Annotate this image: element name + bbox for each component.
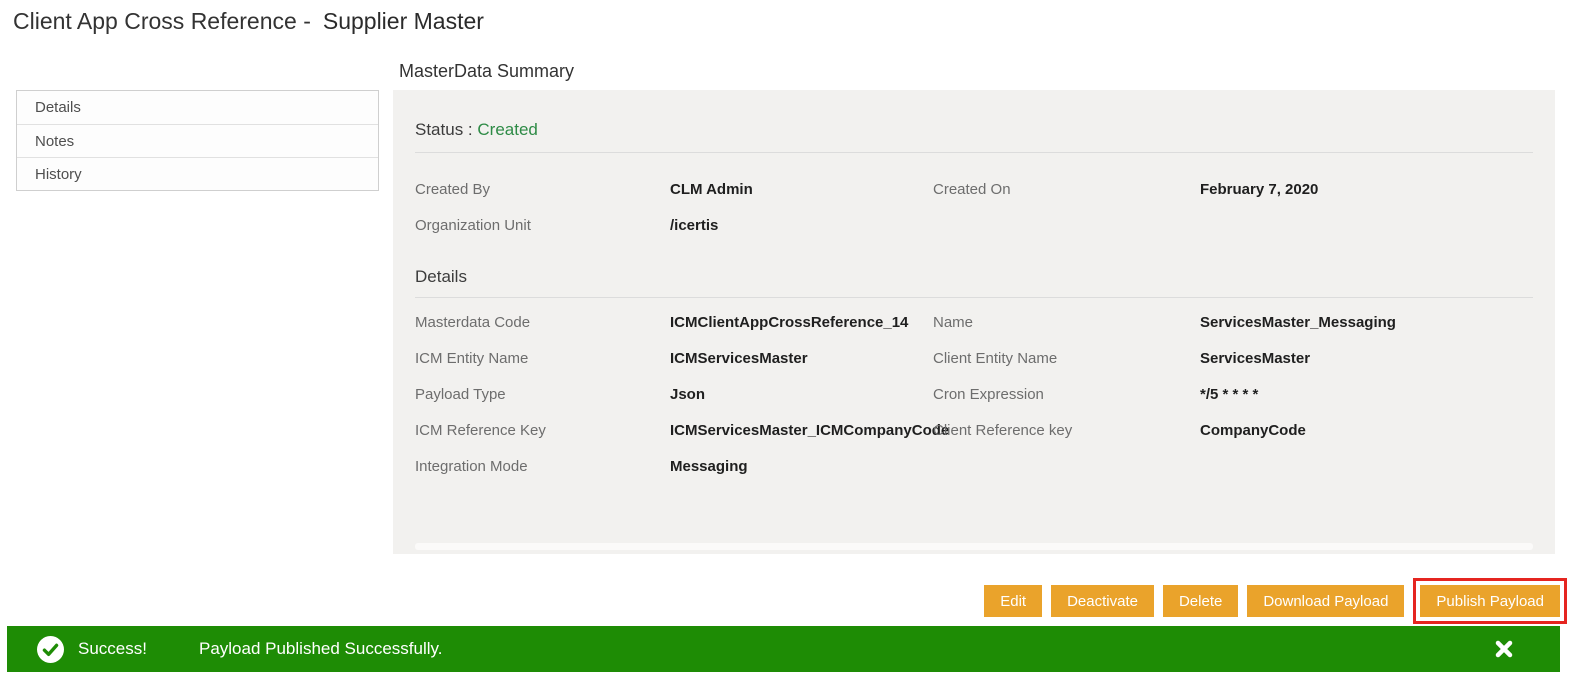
field-value: */5 * * * * (1200, 386, 1533, 403)
details-row: ICM Reference Key ICMServicesMaster_ICMC… (415, 412, 1533, 448)
toast-title: Success! (78, 639, 147, 659)
success-toast: Success! Payload Published Successfully. (7, 626, 1560, 672)
status-badge: Created (477, 120, 537, 139)
field-value: ICMServicesMaster (670, 350, 933, 367)
field-label: Integration Mode (415, 458, 670, 475)
edit-button[interactable]: Edit (984, 585, 1042, 617)
field-label: Payload Type (415, 386, 670, 403)
sidebar: Details Notes History (16, 90, 379, 191)
field-label: Cron Expression (933, 386, 1200, 403)
details-divider (415, 297, 1533, 298)
page-title-entity: Supplier Master (323, 8, 484, 34)
check-circle-icon (37, 636, 64, 663)
field-value: /icertis (670, 217, 933, 234)
field-value: ServicesMaster_Messaging (1200, 314, 1533, 331)
details-row: Payload Type Json Cron Expression */5 * … (415, 376, 1533, 412)
summary-row: Organization Unit /icertis (415, 207, 1533, 243)
summary-row: Created By CLM Admin Created On February… (415, 171, 1533, 207)
close-icon[interactable] (1494, 639, 1514, 659)
masterdata-summary-heading: MasterData Summary (399, 61, 574, 82)
sidebar-item-notes[interactable]: Notes (17, 124, 378, 157)
delete-button[interactable]: Delete (1163, 585, 1238, 617)
deactivate-button[interactable]: Deactivate (1051, 585, 1154, 617)
details-row: Masterdata Code ICMClientAppCrossReferen… (415, 304, 1533, 340)
field-label: Created By (415, 181, 670, 198)
field-label: Client Entity Name (933, 350, 1200, 367)
publish-payload-button[interactable]: Publish Payload (1420, 585, 1560, 617)
field-label: ICM Reference Key (415, 422, 670, 439)
sidebar-item-history[interactable]: History (17, 157, 378, 190)
field-label: Organization Unit (415, 217, 670, 234)
status-label: Status : (415, 120, 473, 139)
summary-rows: Created By CLM Admin Created On February… (415, 171, 1533, 243)
field-label: ICM Entity Name (415, 350, 670, 367)
download-payload-button[interactable]: Download Payload (1247, 585, 1404, 617)
masterdata-summary-panel: Status : Created Created By CLM Admin Cr… (393, 90, 1555, 554)
details-heading: Details (415, 267, 1533, 287)
field-value: CompanyCode (1200, 422, 1533, 439)
field-value: CLM Admin (670, 181, 933, 198)
toast-message: Payload Published Successfully. (199, 639, 443, 659)
field-value: ICMServicesMaster_ICMCompanyCode (670, 422, 933, 439)
details-row: Integration Mode Messaging (415, 448, 1533, 484)
status-divider (415, 152, 1533, 153)
field-value: February 7, 2020 (1200, 181, 1533, 198)
horizontal-scrollbar[interactable] (415, 543, 1533, 550)
status-line: Status : Created (415, 90, 1533, 140)
field-label: Masterdata Code (415, 314, 670, 331)
details-row: ICM Entity Name ICMServicesMaster Client… (415, 340, 1533, 376)
field-label: Created On (933, 181, 1200, 198)
field-value: Messaging (670, 458, 933, 475)
details-rows: Masterdata Code ICMClientAppCrossReferen… (415, 304, 1533, 484)
sidebar-item-details[interactable]: Details (17, 91, 378, 124)
action-button-bar: Edit Deactivate Delete Download Payload … (984, 578, 1567, 624)
page-title-prefix: Client App Cross Reference - (13, 8, 311, 34)
field-label: Client Reference key (933, 422, 1200, 439)
field-label: Name (933, 314, 1200, 331)
field-value: ServicesMaster (1200, 350, 1533, 367)
publish-payload-highlight-box: Publish Payload (1413, 578, 1567, 624)
page-title: Client App Cross Reference - Supplier Mas… (13, 8, 484, 35)
field-value: Json (670, 386, 933, 403)
field-value: ICMClientAppCrossReference_14 (670, 314, 933, 331)
